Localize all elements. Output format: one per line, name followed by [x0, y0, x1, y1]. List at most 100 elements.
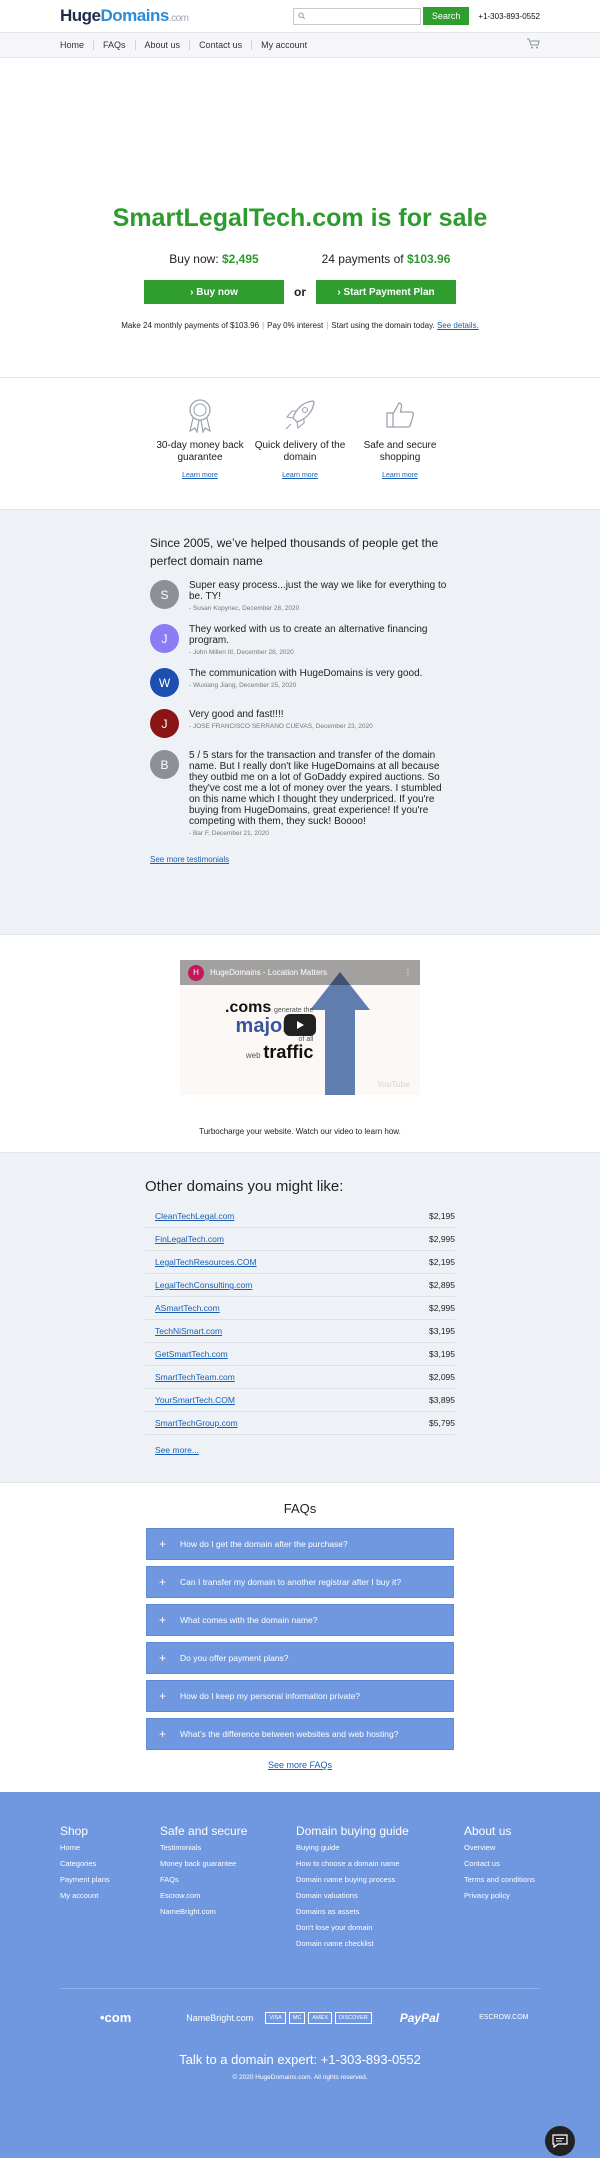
video-section: H HugeDomains - Location Matters ⋮ .coms…: [0, 935, 600, 1153]
footer-link[interactable]: My account: [60, 1891, 160, 1900]
footer-link[interactable]: Payment plans: [60, 1875, 160, 1884]
logo-huge: Huge: [60, 6, 101, 25]
search-icon: [298, 12, 305, 20]
feature-guarantee-learn-more[interactable]: Learn more: [150, 470, 250, 482]
domain-row: CleanTechLegal.com $2,195: [145, 1205, 455, 1228]
testimonial-body: They worked with us to create an alterna…: [189, 624, 449, 656]
logo[interactable]: HugeDomains.com: [60, 6, 189, 26]
footer-link[interactable]: Domain name buying process: [296, 1875, 464, 1884]
footer-link[interactable]: Domain name checklist: [296, 1939, 464, 1948]
nav-home[interactable]: Home: [60, 40, 93, 50]
buy-now-button[interactable]: › Buy now: [144, 280, 284, 304]
footer-link[interactable]: Domains as assets: [296, 1907, 464, 1916]
footer-link[interactable]: Categories: [60, 1859, 160, 1868]
see-more-domains-link[interactable]: See more...: [155, 1445, 199, 1455]
more-options-icon[interactable]: ⋮: [404, 968, 412, 977]
footer-link[interactable]: Don't lose your domain: [296, 1923, 464, 1932]
video-caption: Turbocharge your website. Watch our vide…: [199, 1127, 401, 1136]
footer-column-title: Shop: [60, 1824, 89, 1838]
domain-link[interactable]: YourSmartTech.COM: [155, 1395, 429, 1405]
footer-link[interactable]: Privacy policy: [464, 1891, 535, 1900]
testimonial-avatar: S: [150, 580, 179, 609]
footer-link[interactable]: Terms and conditions: [464, 1875, 535, 1884]
footer-column: Safe and secure Testimonials Money back gu…: [160, 1824, 296, 1955]
nav-contact-us[interactable]: Contact us: [189, 40, 251, 50]
faq-item[interactable]: + How do I keep my personal information p…: [146, 1680, 454, 1712]
video-text-coms: .coms: [225, 999, 272, 1016]
start-payment-plan-button[interactable]: › Start Payment Plan: [316, 280, 456, 304]
youtube-logo[interactable]: YouTube: [377, 1080, 410, 1089]
faq-item[interactable]: + How do I get the domain after the purch…: [146, 1528, 454, 1560]
faq-item[interactable]: + Do you offer payment plans?: [146, 1642, 454, 1674]
domain-link[interactable]: TechNiSmart.com: [155, 1326, 429, 1336]
testimonial-text: 5 / 5 stars for the transaction and tran…: [189, 750, 442, 827]
footer-link[interactable]: NameBright.com: [160, 1907, 296, 1916]
domain-link[interactable]: LegalTechResources.COM: [155, 1257, 429, 1267]
domain-row: YourSmartTech.COM $3,895: [145, 1389, 455, 1412]
testimonial-text: Very good and fast!!!!: [189, 709, 284, 720]
domain-row: GetSmartTech.com $3,195: [145, 1343, 455, 1366]
domain-link[interactable]: SmartTechGroup.com: [155, 1418, 429, 1428]
domain-link[interactable]: SmartTechTeam.com: [155, 1372, 429, 1382]
nav-about-us[interactable]: About us: [134, 40, 190, 50]
footer-column: Domain buying guide Buying guide How to ch…: [296, 1824, 464, 1955]
search-input[interactable]: [305, 8, 420, 24]
namebright-logo: NameBright.com: [186, 2012, 254, 2023]
faq-item[interactable]: + What comes with the domain name?: [146, 1604, 454, 1636]
search-button[interactable]: Search: [422, 7, 470, 25]
video-text-traffic: traffic: [263, 1042, 314, 1062]
visa-card-icon: VISA: [265, 2011, 286, 2024]
domain-price: $3,195: [429, 1326, 455, 1336]
testimonial-avatar: B: [150, 750, 179, 779]
terms-monthly: Make 24 monthly payments of $103.96: [121, 321, 260, 330]
feature-secure-learn-more[interactable]: Learn more: [350, 470, 450, 482]
payments-label: 24 payments of: [321, 252, 404, 266]
feature-delivery-text: Quick delivery of the domain: [254, 440, 346, 463]
domain-link[interactable]: LegalTechConsulting.com: [155, 1280, 429, 1290]
domain-row: SmartTechGroup.com $5,795: [145, 1412, 455, 1435]
domain-link[interactable]: GetSmartTech.com: [155, 1349, 429, 1359]
faqs-section: FAQs + How do I get the domain after the …: [0, 1483, 600, 1792]
plus-icon: +: [159, 1537, 167, 1551]
domain-link[interactable]: ASmartTech.com: [155, 1303, 429, 1313]
nav-faqs[interactable]: FAQs: [93, 40, 135, 50]
partner-logos: •com NameBright.com VISA MC AMEX DISCOVE…: [100, 2010, 540, 2025]
video-player[interactable]: H HugeDomains - Location Matters ⋮ .coms…: [180, 960, 420, 1095]
talk-to-expert[interactable]: Talk to a domain expert: +1-303-893-0552: [0, 2052, 600, 2067]
testimonial-text: The communication with HugeDomains is ve…: [189, 668, 423, 679]
amex-card-icon: AMEX: [308, 2011, 333, 2024]
logo-domains: Domains: [100, 6, 170, 25]
see-details-link[interactable]: See details.: [437, 321, 479, 330]
chat-button[interactable]: [545, 2126, 575, 2156]
footer-link[interactable]: Contact us: [464, 1859, 535, 1868]
header-phone[interactable]: +1-303-893-0552: [478, 12, 540, 21]
footer-link[interactable]: Buying guide: [296, 1843, 464, 1852]
testimonial-body: 5 / 5 stars for the transaction and tran…: [189, 750, 449, 837]
testimonial-avatar: W: [150, 668, 179, 697]
footer-link[interactable]: Testimonials: [160, 1843, 296, 1852]
play-button[interactable]: [284, 1014, 316, 1036]
buy-now-label: Buy now:: [169, 252, 219, 266]
footer-link[interactable]: How to choose a domain name: [296, 1859, 464, 1868]
footer-link[interactable]: Overview: [464, 1843, 535, 1852]
footer-link[interactable]: Domain valuations: [296, 1891, 464, 1900]
domain-price: $3,195: [429, 1349, 455, 1359]
faq-item[interactable]: + Can I transfer my domain to another reg…: [146, 1566, 454, 1598]
footer-link[interactable]: Money back guarantee: [160, 1859, 296, 1868]
see-more-testimonials-link[interactable]: See more testimonials: [150, 855, 229, 864]
testimonial-list: S Super easy process...just the way we li…: [150, 580, 600, 837]
nav-my-account[interactable]: My account: [251, 40, 316, 50]
testimonial-author: - Susan Kopynec, December 28, 2020: [189, 605, 300, 612]
footer-link[interactable]: Home: [60, 1843, 160, 1852]
footer-link[interactable]: FAQs: [160, 1875, 296, 1884]
domain-link[interactable]: CleanTechLegal.com: [155, 1211, 429, 1221]
testimonial-item: W The communication with HugeDomains is v…: [150, 668, 600, 697]
cart-icon[interactable]: [527, 38, 540, 52]
feature-delivery-learn-more[interactable]: Learn more: [250, 470, 350, 482]
faq-item[interactable]: + What’s the difference between websites …: [146, 1718, 454, 1750]
search-bar: Search +1-303-893-0552: [292, 7, 540, 25]
footer-link[interactable]: Escrow.com: [160, 1891, 296, 1900]
channel-avatar: H: [188, 964, 204, 981]
domain-link[interactable]: FinLegalTech.com: [155, 1234, 429, 1244]
see-more-faqs-link[interactable]: See more FAQs: [268, 1760, 332, 1770]
